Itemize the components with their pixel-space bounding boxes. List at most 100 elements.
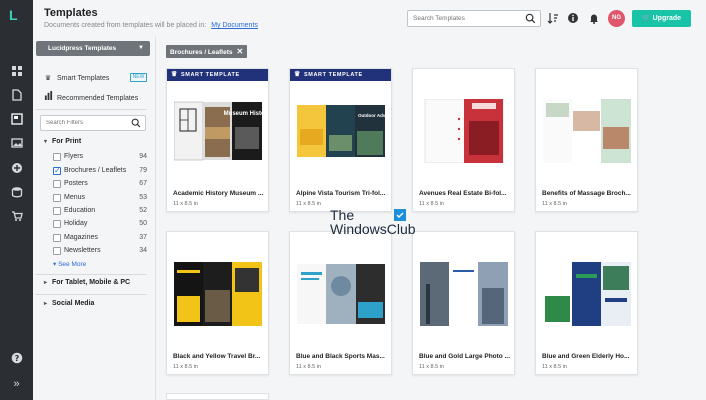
filter-row[interactable]: Menus 53 — [53, 193, 147, 204]
smart-templates-link[interactable]: ♛ Smart Templates — [43, 74, 110, 82]
template-thumbnail[interactable] — [420, 262, 508, 326]
template-thumbnail[interactable]: Outdoor Adventure — [297, 99, 400, 163]
template-card[interactable]: Benefits of Massage Broch... 11 x 8.5 in — [535, 68, 638, 212]
filter-row[interactable]: Education 52 — [53, 206, 147, 217]
filter-count: 34 — [139, 247, 147, 254]
filter-checkbox[interactable] — [53, 234, 61, 242]
grid-icon[interactable] — [10, 65, 23, 78]
template-thumbnail[interactable] — [543, 99, 631, 163]
watermark: The WindowsClub — [330, 208, 416, 236]
filter-label: Newsletters — [64, 247, 101, 254]
template-thumbnail[interactable] — [543, 262, 631, 326]
for-tablet-label: For Tablet, Mobile & PC — [52, 279, 131, 286]
avatar[interactable]: NG — [608, 10, 625, 27]
social-media-label: Social Media — [52, 300, 95, 307]
template-source-dropdown[interactable]: Lucidpress Templates ▼ — [36, 41, 150, 56]
expand-icon[interactable]: » — [10, 378, 23, 391]
page-subtitle: Documents created from templates will be… — [44, 22, 258, 29]
filter-checkbox[interactable] — [53, 180, 61, 188]
crown-icon: ♛ — [294, 71, 301, 78]
template-thumbnail[interactable] — [420, 98, 508, 164]
search-templates[interactable] — [407, 10, 541, 27]
bell-icon[interactable] — [588, 12, 600, 24]
image-icon[interactable] — [10, 137, 23, 150]
template-card[interactable]: Black and Yellow Travel Br... 11 x 8.5 in — [166, 231, 269, 375]
filter-row[interactable]: Flyers 94 — [53, 152, 147, 163]
see-more-label: See More — [58, 261, 87, 268]
smart-template-banner: ♛ SMART TEMPLATE — [290, 69, 391, 81]
smart-template-label: SMART TEMPLATE — [304, 72, 363, 78]
filter-checkbox[interactable] — [53, 194, 61, 202]
upgrade-label: Upgrade — [652, 15, 682, 22]
for-print-section[interactable]: ▾ For Print — [44, 138, 81, 145]
template-size: 11 x 8.5 in — [419, 201, 444, 207]
cart-icon[interactable] — [10, 210, 23, 223]
info-icon[interactable] — [567, 12, 579, 24]
divider — [36, 274, 147, 275]
filter-label: Flyers — [64, 153, 84, 160]
template-size: 11 x 8.5 in — [419, 364, 444, 370]
upgrade-button[interactable]: 🛒 Upgrade — [632, 10, 691, 27]
template-card[interactable]: ♛SMART TEMPLATE Museum History Academic Hi… — [166, 68, 271, 212]
recommended-label: Recommended Templates — [57, 95, 139, 102]
filter-row[interactable]: Holiday 50 — [53, 219, 147, 230]
filter-row[interactable]: Brochures / Leaflets 79 — [53, 166, 147, 177]
filter-checkbox[interactable] — [53, 247, 61, 255]
templates-icon[interactable] — [10, 113, 23, 126]
filter-search-input[interactable] — [46, 116, 128, 130]
my-documents-link[interactable]: My Documents — [211, 22, 258, 29]
template-size: 11 x 8.5 in — [542, 364, 567, 370]
filter-label: Education — [64, 207, 96, 214]
filter-search[interactable] — [40, 115, 146, 131]
template-size: 11 x 8.5 in — [173, 364, 198, 370]
template-card[interactable]: Avenues Real Estate Bi-fol... 11 x 8.5 in — [412, 68, 515, 212]
plus-circle-icon[interactable] — [10, 162, 23, 175]
search-input[interactable] — [413, 11, 523, 26]
filter-row[interactable]: Magazines 37 — [53, 233, 147, 244]
filter-count: 67 — [139, 180, 147, 187]
filter-label: Posters — [64, 180, 88, 187]
sort-icon[interactable] — [547, 12, 559, 24]
document-icon[interactable] — [10, 89, 23, 102]
close-icon[interactable]: ✕ — [237, 47, 244, 56]
filter-checkbox[interactable] — [53, 207, 61, 215]
help-icon[interactable]: ? — [10, 352, 23, 365]
crown-icon: ♛ — [44, 75, 52, 82]
chevron-right-icon: ▸ — [44, 280, 48, 286]
active-filter-chip[interactable]: Brochures / Leaflets ✕ — [166, 45, 248, 58]
filter-checkbox[interactable] — [53, 166, 61, 175]
for-print-label: For Print — [52, 138, 82, 145]
cart-icon-upgrade: 🛒 — [641, 15, 651, 22]
template-card[interactable]: Blue and Green Elderly Ho... 11 x 8.5 in — [535, 231, 638, 375]
recommended-templates-link[interactable]: Recommended Templates — [43, 91, 138, 102]
search-icon[interactable] — [131, 118, 141, 128]
bar-chart-icon — [43, 91, 53, 102]
chip-label: Brochures / Leaflets — [170, 49, 233, 56]
filter-checkbox[interactable] — [53, 220, 61, 228]
template-card[interactable]: Blue and Black Sports Mas... 11 x 8.5 in — [289, 231, 392, 375]
logo-icon[interactable]: L — [9, 7, 23, 23]
filter-row[interactable]: Posters 67 — [53, 179, 147, 190]
template-thumbnail[interactable] — [297, 262, 385, 326]
left-rail: L ? » — [0, 0, 33, 400]
template-thumbnail[interactable]: Museum History — [173, 99, 271, 163]
template-thumbnail[interactable] — [174, 262, 262, 326]
filter-count: 53 — [139, 194, 147, 201]
see-more-link[interactable]: ▾ See More — [53, 260, 86, 268]
template-name: Academic History Museum ... — [173, 190, 264, 197]
search-icon[interactable] — [525, 13, 536, 24]
filter-count: 50 — [139, 220, 147, 227]
database-icon[interactable] — [10, 186, 23, 199]
filter-row[interactable]: Newsletters 34 — [53, 246, 147, 257]
divider — [36, 109, 147, 110]
template-card[interactable]: ♛SMART TEMPLATE Outdoor Adventure Alpine V… — [289, 68, 400, 212]
for-tablet-section[interactable]: ▸ For Tablet, Mobile & PC — [44, 279, 130, 286]
template-card-partial[interactable] — [166, 393, 269, 400]
template-name: Benefits of Massage Broch... — [542, 190, 631, 197]
museum-thumb-text: Museum History — [224, 111, 262, 117]
filter-checkbox[interactable] — [53, 153, 61, 161]
social-media-section[interactable]: ▸ Social Media — [44, 300, 94, 307]
template-size: 11 x 8.5 in — [173, 201, 198, 207]
new-badge: NEW — [130, 73, 147, 82]
template-card[interactable]: Blue and Gold Large Photo ... 11 x 8.5 in — [412, 231, 515, 375]
